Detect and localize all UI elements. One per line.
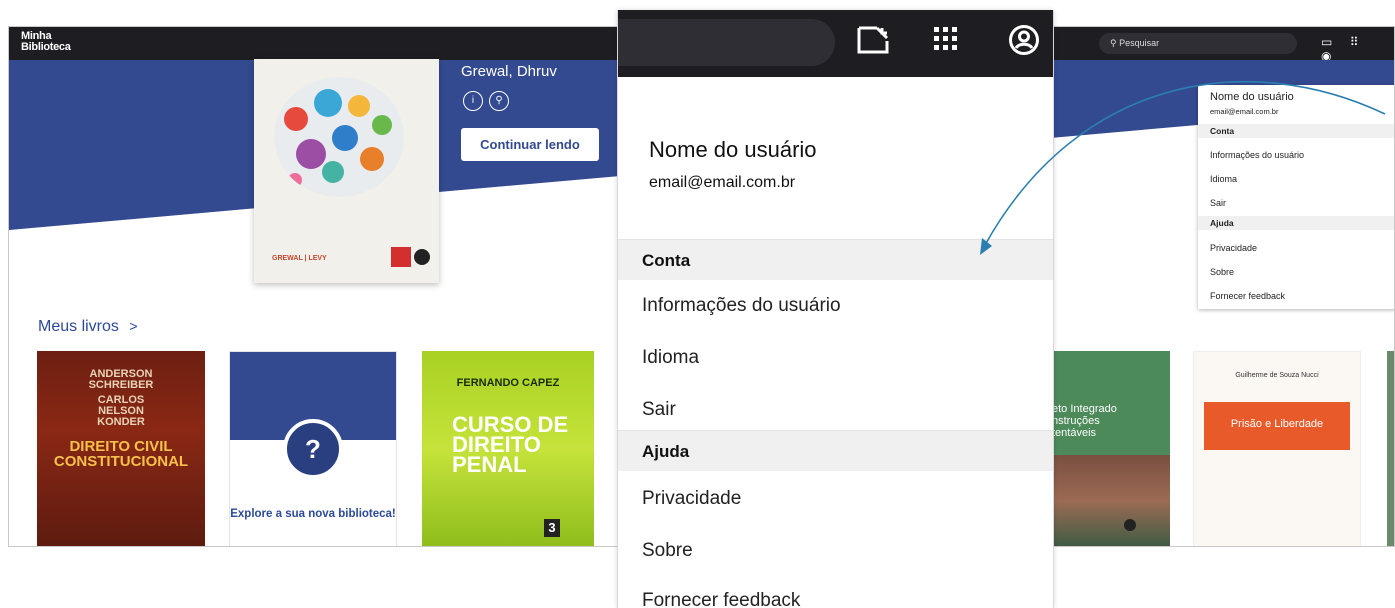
apps-grid-icon[interactable]	[934, 27, 958, 51]
hero-author: Grewal, Dhruv	[461, 63, 557, 80]
top-icons: ▭ ⠿ ◉	[1321, 35, 1394, 63]
menu-section-help: Ajuda	[618, 430, 1053, 471]
menu-item-logout[interactable]: Sair	[1210, 198, 1226, 208]
tablet-icon[interactable]: ▭	[1321, 35, 1332, 49]
search-input[interactable]	[618, 19, 835, 66]
explore-card[interactable]: ? Explore a sua nova biblioteca!	[229, 351, 397, 546]
book-cover[interactable]: Guilherme de Souza Nucci Prisão e Liberd…	[1193, 351, 1361, 546]
menu-item-feedback[interactable]: Fornecer feedback	[1210, 291, 1285, 301]
explore-label: Explore a sua nova biblioteca!	[230, 508, 396, 520]
zoom-top-bar	[618, 10, 1053, 77]
menu-item-privacy[interactable]: Privacidade	[642, 488, 741, 510]
featured-book-cover[interactable]: GREWAL | LEVY	[254, 59, 439, 283]
book-cover[interactable]: FERNANDO CAPEZ CURSO DE DIREITO PENAL 3	[422, 351, 594, 546]
question-icon: ?	[283, 419, 343, 479]
book-cover[interactable]: eto Integrado nstruções tentáveis	[1052, 351, 1170, 546]
camera-icon	[1124, 519, 1136, 531]
cover-illustration	[274, 77, 404, 197]
menu-item-logout[interactable]: Sair	[642, 399, 676, 421]
cover-authors: GREWAL | LEVY	[272, 255, 327, 262]
book-title: CURSO DE DIREITO PENAL	[452, 412, 569, 477]
menu-section-account: Conta	[618, 239, 1053, 280]
book-title: eto Integrado nstruções tentáveis	[1052, 403, 1117, 439]
book-author: Guilherme de Souza Nucci	[1235, 372, 1319, 379]
volume-number: 3	[544, 519, 560, 537]
author-line: KONDER	[97, 416, 145, 428]
cover-photo	[1052, 455, 1170, 546]
menu-item-feedback[interactable]: Fornecer feedback	[642, 590, 800, 608]
menu-section-account: Conta	[1198, 124, 1394, 138]
search-input[interactable]: ⚲ Pesquisar	[1099, 33, 1297, 54]
menu-item-privacy[interactable]: Privacidade	[1210, 243, 1257, 253]
book-title: Prisão e Liberdade	[1230, 418, 1324, 430]
info-icon[interactable]: i	[463, 91, 483, 111]
menu-item-user-info[interactable]: Informações do usuário	[642, 295, 841, 317]
account-circle-icon[interactable]	[1008, 24, 1040, 56]
chevron-right-icon: >	[129, 318, 138, 334]
menu-section-help: Ajuda	[1198, 216, 1394, 230]
search-icon[interactable]: ⚲	[489, 91, 509, 111]
menu-user-name: Nome do usuário	[649, 137, 817, 162]
menu-item-language[interactable]: Idioma	[1210, 174, 1237, 184]
book-author: FERNANDO CAPEZ	[456, 377, 560, 389]
author-line: SCHREIBER	[88, 379, 154, 391]
user-menu-small: Nome do usuário email@email.com.br Conta…	[1198, 85, 1394, 309]
menu-user-name: Nome do usuário	[1210, 91, 1294, 103]
book-cover-partial[interactable]	[1387, 351, 1394, 546]
book-title: DIREITO CIVIL CONSTITUCIONAL	[53, 438, 189, 470]
user-menu: Nome do usuário email@email.com.br Conta…	[618, 77, 1053, 608]
book-cover[interactable]: ANDERSON SCHREIBER CARLOS NELSON KONDER …	[37, 351, 205, 546]
menu-user-email: email@email.com.br	[1210, 107, 1279, 116]
menu-item-about[interactable]: Sobre	[1210, 267, 1234, 277]
menu-item-user-info[interactable]: Informações do usuário	[1210, 150, 1304, 160]
apps-grid-icon[interactable]: ⠿	[1350, 35, 1359, 49]
publisher-logo	[391, 247, 411, 267]
my-books-title: Meus livros	[38, 318, 119, 335]
menu-item-language[interactable]: Idioma	[642, 347, 699, 369]
app-logo[interactable]: Minha Biblioteca	[21, 31, 71, 53]
search-placeholder: Pesquisar	[1119, 38, 1160, 48]
stage: Minha Biblioteca ⚲ Pesquisar ▭ ⠿ ◉ GREWA…	[0, 0, 1395, 608]
my-books-link[interactable]: Meus livros >	[38, 318, 138, 336]
continue-reading-button[interactable]: Continuar lendo	[461, 128, 599, 161]
zoomed-user-menu: Nome do usuário email@email.com.br Conta…	[617, 10, 1054, 608]
logo-line2: Biblioteca	[21, 41, 71, 53]
tablet-icon[interactable]	[856, 25, 890, 55]
camera-icon	[414, 249, 430, 265]
menu-user-email: email@email.com.br	[649, 174, 796, 191]
menu-item-about[interactable]: Sobre	[642, 540, 693, 562]
book-authors: ANDERSON SCHREIBER CARLOS NELSON KONDER	[37, 369, 205, 428]
title-band: Prisão e Liberdade	[1204, 402, 1350, 450]
